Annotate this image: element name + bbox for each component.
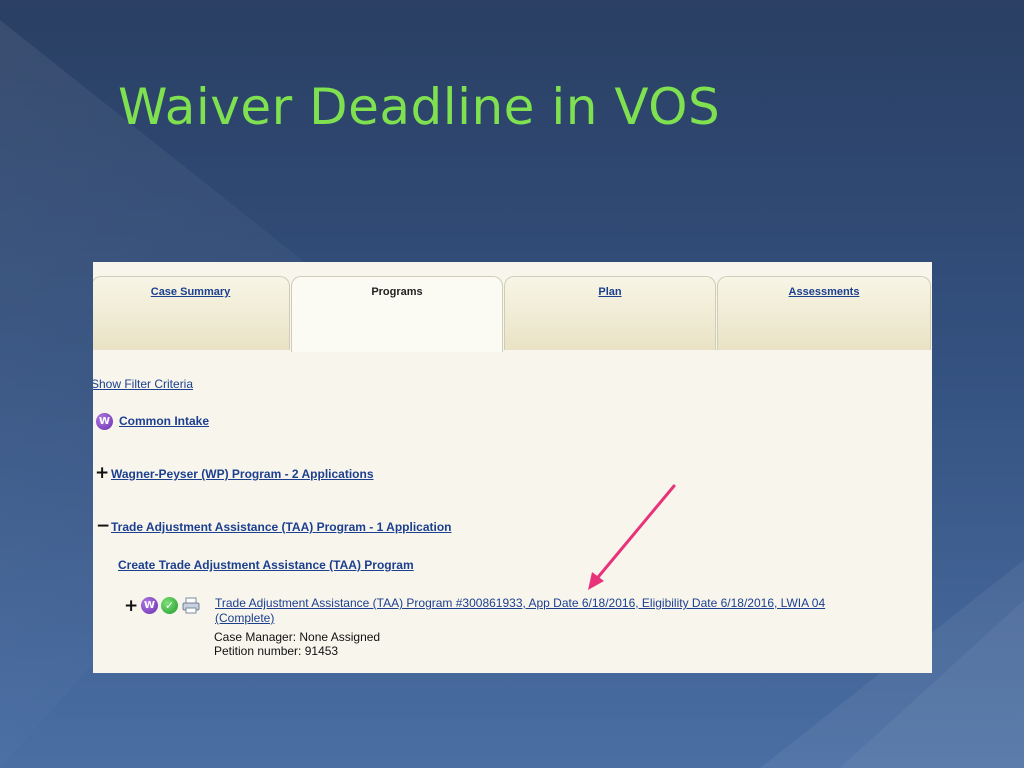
slide-title: Waiver Deadline in VOS [118, 78, 721, 136]
tab-label[interactable]: Plan [505, 286, 715, 298]
taa-program-link[interactable]: Trade Adjustment Assistance (TAA) Progra… [111, 520, 452, 534]
wagner-peyser-program-link[interactable]: Wagner-Peyser (WP) Program - 2 Applicati… [111, 467, 374, 481]
expand-icon[interactable]: + [124, 598, 138, 615]
complete-check-icon: ✓ [161, 597, 178, 614]
waiver-icon: W [96, 413, 113, 430]
tab-label[interactable]: Assessments [718, 286, 930, 298]
petition-number-text: Petition number: 91453 [214, 644, 339, 658]
case-manager-text: Case Manager: None Assigned [214, 630, 381, 644]
annotation-arrow [588, 484, 676, 590]
tab-assessments[interactable]: Assessments [717, 276, 931, 350]
taa-record-link[interactable]: Trade Adjustment Assistance (TAA) Progra… [215, 596, 825, 610]
tab-label: Programs [371, 286, 423, 298]
common-intake-link[interactable]: Common Intake [119, 414, 209, 428]
tab-programs[interactable]: Programs [291, 276, 503, 352]
tab-plan[interactable]: Plan [504, 276, 716, 350]
show-filter-criteria-link[interactable]: Show Filter Criteria [93, 377, 193, 391]
tab-case-summary[interactable]: Case Summary [93, 276, 290, 350]
waiver-icon: W [141, 597, 158, 614]
create-taa-program-link[interactable]: Create Trade Adjustment Assistance (TAA)… [118, 558, 414, 572]
tab-bar: Case Summary Programs Plan Assessments [93, 276, 932, 352]
tab-label[interactable]: Case Summary [93, 286, 289, 298]
vos-screenshot: Case Summary Programs Plan Assessments S… [93, 262, 932, 673]
print-icon[interactable] [182, 597, 200, 614]
expand-icon[interactable]: + [95, 465, 109, 482]
taa-record-status-link[interactable]: (Complete) [215, 611, 274, 625]
collapse-icon[interactable]: − [96, 518, 110, 535]
